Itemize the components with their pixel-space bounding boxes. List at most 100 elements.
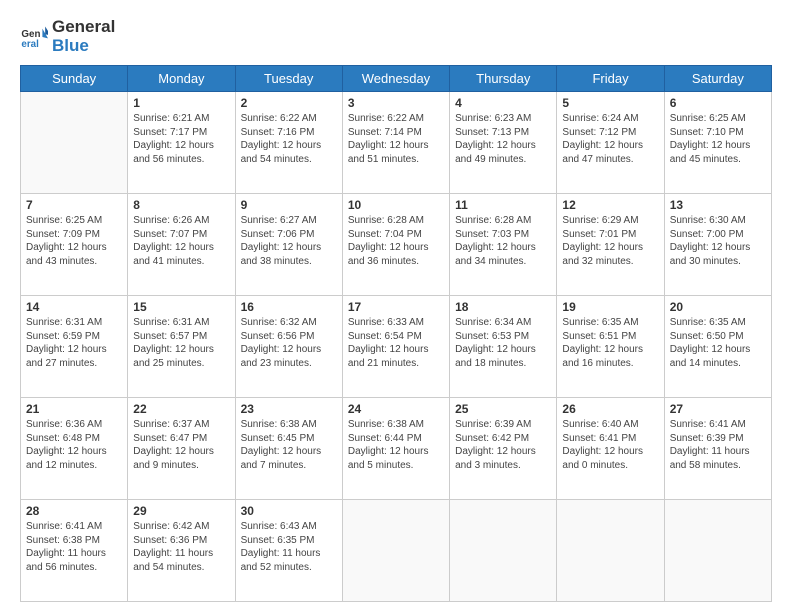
- day-info-line: Sunrise: 6:21 AM: [133, 112, 229, 126]
- day-number: 22: [133, 402, 229, 416]
- week-row-3: 14Sunrise: 6:31 AMSunset: 6:59 PMDayligh…: [21, 296, 772, 398]
- day-number: 28: [26, 504, 122, 518]
- day-info-line: Sunset: 7:09 PM: [26, 228, 122, 242]
- day-number: 23: [241, 402, 337, 416]
- day-info-line: and 32 minutes.: [562, 255, 658, 269]
- day-info-line: Sunset: 6:44 PM: [348, 432, 444, 446]
- day-info-line: Sunrise: 6:25 AM: [670, 112, 766, 126]
- weekday-header-friday: Friday: [557, 66, 664, 92]
- day-info-line: and 0 minutes.: [562, 459, 658, 473]
- day-info-line: Sunset: 6:41 PM: [562, 432, 658, 446]
- day-info-line: and 36 minutes.: [348, 255, 444, 269]
- day-info-line: Sunset: 6:35 PM: [241, 534, 337, 548]
- day-cell: 10Sunrise: 6:28 AMSunset: 7:04 PMDayligh…: [342, 194, 449, 296]
- day-info-line: and 45 minutes.: [670, 153, 766, 167]
- day-info-line: and 58 minutes.: [670, 459, 766, 473]
- day-cell: 23Sunrise: 6:38 AMSunset: 6:45 PMDayligh…: [235, 398, 342, 500]
- day-cell: [664, 500, 771, 602]
- header: Gen eral General Blue: [20, 18, 772, 55]
- calendar-table: SundayMondayTuesdayWednesdayThursdayFrid…: [20, 65, 772, 602]
- day-cell: [21, 92, 128, 194]
- day-info-line: and 3 minutes.: [455, 459, 551, 473]
- day-info-line: and 38 minutes.: [241, 255, 337, 269]
- day-info-line: Sunrise: 6:40 AM: [562, 418, 658, 432]
- day-info-line: Sunrise: 6:26 AM: [133, 214, 229, 228]
- day-cell: 9Sunrise: 6:27 AMSunset: 7:06 PMDaylight…: [235, 194, 342, 296]
- day-info-line: Sunset: 6:36 PM: [133, 534, 229, 548]
- day-info-line: Sunrise: 6:31 AM: [133, 316, 229, 330]
- day-info-line: Sunset: 6:57 PM: [133, 330, 229, 344]
- day-info-line: Daylight: 12 hours: [455, 343, 551, 357]
- day-info-line: and 23 minutes.: [241, 357, 337, 371]
- weekday-header-saturday: Saturday: [664, 66, 771, 92]
- day-info-line: Sunset: 6:51 PM: [562, 330, 658, 344]
- svg-text:eral: eral: [21, 38, 39, 49]
- day-info-line: and 18 minutes.: [455, 357, 551, 371]
- day-info-line: Daylight: 12 hours: [241, 445, 337, 459]
- day-info-line: Sunset: 6:42 PM: [455, 432, 551, 446]
- week-row-5: 28Sunrise: 6:41 AMSunset: 6:38 PMDayligh…: [21, 500, 772, 602]
- day-number: 14: [26, 300, 122, 314]
- day-number: 16: [241, 300, 337, 314]
- day-cell: 12Sunrise: 6:29 AMSunset: 7:01 PMDayligh…: [557, 194, 664, 296]
- day-number: 29: [133, 504, 229, 518]
- day-info-line: and 21 minutes.: [348, 357, 444, 371]
- day-info-line: Sunset: 6:38 PM: [26, 534, 122, 548]
- day-number: 27: [670, 402, 766, 416]
- day-cell: 27Sunrise: 6:41 AMSunset: 6:39 PMDayligh…: [664, 398, 771, 500]
- day-info-line: and 51 minutes.: [348, 153, 444, 167]
- day-info-line: Sunrise: 6:36 AM: [26, 418, 122, 432]
- day-cell: 15Sunrise: 6:31 AMSunset: 6:57 PMDayligh…: [128, 296, 235, 398]
- day-number: 24: [348, 402, 444, 416]
- day-info-line: Daylight: 12 hours: [241, 139, 337, 153]
- day-info-line: and 30 minutes.: [670, 255, 766, 269]
- day-info-line: Sunset: 7:06 PM: [241, 228, 337, 242]
- day-number: 9: [241, 198, 337, 212]
- weekday-header-sunday: Sunday: [21, 66, 128, 92]
- day-info-line: Sunrise: 6:35 AM: [670, 316, 766, 330]
- day-cell: [557, 500, 664, 602]
- day-cell: 6Sunrise: 6:25 AMSunset: 7:10 PMDaylight…: [664, 92, 771, 194]
- day-info-line: Sunrise: 6:41 AM: [26, 520, 122, 534]
- day-info-line: Daylight: 11 hours: [241, 547, 337, 561]
- day-info-line: Sunset: 7:00 PM: [670, 228, 766, 242]
- day-cell: 29Sunrise: 6:42 AMSunset: 6:36 PMDayligh…: [128, 500, 235, 602]
- day-info-line: and 41 minutes.: [133, 255, 229, 269]
- day-cell: 21Sunrise: 6:36 AMSunset: 6:48 PMDayligh…: [21, 398, 128, 500]
- day-info-line: Daylight: 12 hours: [241, 343, 337, 357]
- day-info-line: Sunrise: 6:23 AM: [455, 112, 551, 126]
- day-info-line: Daylight: 12 hours: [26, 241, 122, 255]
- day-info-line: Sunrise: 6:24 AM: [562, 112, 658, 126]
- day-cell: 25Sunrise: 6:39 AMSunset: 6:42 PMDayligh…: [450, 398, 557, 500]
- day-info-line: Daylight: 12 hours: [348, 343, 444, 357]
- day-number: 3: [348, 96, 444, 110]
- day-number: 6: [670, 96, 766, 110]
- day-info-line: and 43 minutes.: [26, 255, 122, 269]
- day-info-line: Daylight: 11 hours: [26, 547, 122, 561]
- day-info-line: Daylight: 12 hours: [562, 139, 658, 153]
- day-info-line: Daylight: 12 hours: [670, 343, 766, 357]
- day-cell: 4Sunrise: 6:23 AMSunset: 7:13 PMDaylight…: [450, 92, 557, 194]
- day-info-line: Daylight: 12 hours: [26, 445, 122, 459]
- day-number: 5: [562, 96, 658, 110]
- weekday-header-monday: Monday: [128, 66, 235, 92]
- day-cell: 19Sunrise: 6:35 AMSunset: 6:51 PMDayligh…: [557, 296, 664, 398]
- day-info-line: Daylight: 12 hours: [670, 139, 766, 153]
- day-number: 25: [455, 402, 551, 416]
- day-info-line: and 54 minutes.: [133, 561, 229, 575]
- day-info-line: Sunrise: 6:43 AM: [241, 520, 337, 534]
- day-info-line: and 56 minutes.: [26, 561, 122, 575]
- day-info-line: Sunrise: 6:22 AM: [241, 112, 337, 126]
- day-info-line: Daylight: 12 hours: [670, 241, 766, 255]
- day-number: 13: [670, 198, 766, 212]
- day-info-line: Sunset: 7:07 PM: [133, 228, 229, 242]
- day-info-line: Daylight: 12 hours: [133, 241, 229, 255]
- day-info-line: and 12 minutes.: [26, 459, 122, 473]
- day-number: 20: [670, 300, 766, 314]
- day-info-line: Sunrise: 6:28 AM: [348, 214, 444, 228]
- day-info-line: Daylight: 11 hours: [133, 547, 229, 561]
- day-info-line: Daylight: 12 hours: [562, 445, 658, 459]
- day-cell: 2Sunrise: 6:22 AMSunset: 7:16 PMDaylight…: [235, 92, 342, 194]
- day-info-line: and 25 minutes.: [133, 357, 229, 371]
- day-info-line: and 47 minutes.: [562, 153, 658, 167]
